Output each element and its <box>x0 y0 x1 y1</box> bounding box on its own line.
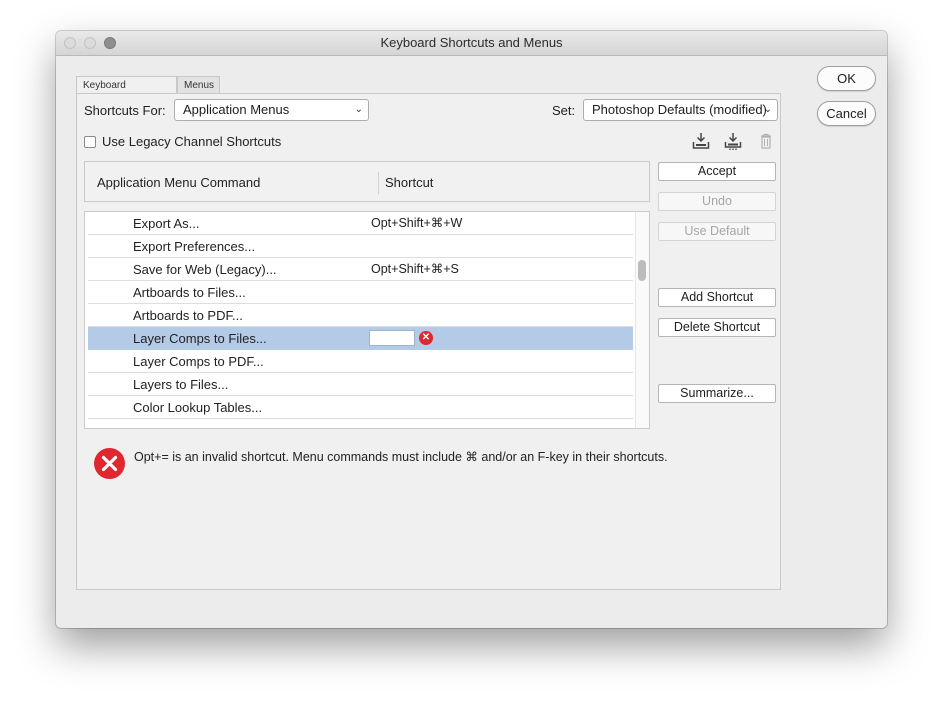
cancel-button[interactable]: Cancel <box>817 101 876 126</box>
command-cell: Layers to Files... <box>133 377 229 392</box>
table-row[interactable]: Export As... Opt+Shift+⌘+W <box>88 212 633 235</box>
table-row[interactable]: Layer Comps to PDF... <box>88 350 633 373</box>
command-cell: Artboards to PDF... <box>133 308 243 323</box>
table-row[interactable]: Color Lookup Tables... <box>88 396 633 419</box>
chevron-down-icon: ⌄ <box>354 104 363 115</box>
save-set-as-icon[interactable] <box>724 132 742 150</box>
scrollbar-thumb[interactable] <box>638 260 646 281</box>
shortcuts-for-value: Application Menus <box>183 102 290 117</box>
table-row[interactable]: Layers to Files... <box>88 373 633 396</box>
set-select[interactable]: Photoshop Defaults (modified) ⌄ <box>583 99 778 121</box>
tab-keyboard-shortcuts[interactable]: Keyboard Shortcuts <box>76 76 177 108</box>
undo-button[interactable]: Undo <box>658 192 776 211</box>
command-cell: Layer Comps to Files... <box>133 331 267 346</box>
window-title: Keyboard Shortcuts and Menus <box>380 35 563 50</box>
legacy-channel-checkbox[interactable] <box>84 136 96 148</box>
title-bar[interactable]: Keyboard Shortcuts and Menus <box>56 31 887 56</box>
column-header-shortcut[interactable]: Shortcut <box>385 175 433 190</box>
command-cell: Export As... <box>133 216 200 231</box>
command-cell: Color Lookup Tables... <box>133 400 263 415</box>
ok-button[interactable]: OK <box>817 66 876 91</box>
set-value: Photoshop Defaults (modified) <box>592 102 767 117</box>
shortcuts-table: Export As... Opt+Shift+⌘+W Export Prefer… <box>84 211 650 429</box>
table-row[interactable]: Artboards to Files... <box>88 281 633 304</box>
shortcut-cell[interactable]: Opt+Shift+⌘+S <box>371 261 459 276</box>
column-header-command[interactable]: Application Menu Command <box>97 175 260 190</box>
shortcut-input[interactable] <box>369 330 415 346</box>
error-message: Opt+= is an invalid shortcut. Menu comma… <box>134 450 668 464</box>
table-row[interactable]: Save for Web (Legacy)... Opt+Shift+⌘+S <box>88 258 633 281</box>
shortcuts-for-select[interactable]: Application Menus ⌄ <box>174 99 369 121</box>
accept-button[interactable]: Accept <box>658 162 776 181</box>
trash-icon[interactable] <box>757 132 775 150</box>
command-cell: Artboards to Files... <box>133 285 246 300</box>
chevron-down-icon: ⌄ <box>763 104 772 115</box>
command-cell: Layer Comps to PDF... <box>133 354 264 369</box>
legacy-channel-label: Use Legacy Channel Shortcuts <box>102 134 282 149</box>
command-cell: Export Preferences... <box>133 239 256 254</box>
add-shortcut-button[interactable]: Add Shortcut <box>658 288 776 307</box>
shortcuts-for-label: Shortcuts For: <box>84 103 166 118</box>
table-header: Application Menu Command Shortcut <box>84 161 650 202</box>
use-default-button[interactable]: Use Default <box>658 222 776 241</box>
table-row[interactable]: Artboards to PDF... <box>88 304 633 327</box>
summarize-button[interactable]: Summarize... <box>658 384 776 403</box>
scrollbar-track[interactable] <box>635 212 649 428</box>
tab-menus[interactable]: Menus <box>177 76 220 93</box>
table-row[interactable]: Export Preferences... <box>88 235 633 258</box>
command-cell: Save for Web (Legacy)... <box>133 262 277 277</box>
error-icon <box>94 448 125 479</box>
clear-shortcut-icon[interactable]: ✕ <box>419 331 433 345</box>
set-label: Set: <box>552 103 576 118</box>
table-row-selected[interactable]: Layer Comps to Files... ✕ <box>88 327 633 350</box>
shortcut-cell[interactable]: Opt+Shift+⌘+W <box>371 215 462 230</box>
column-divider <box>378 172 379 194</box>
save-set-icon[interactable] <box>692 132 710 150</box>
delete-shortcut-button[interactable]: Delete Shortcut <box>658 318 776 337</box>
dialog-window: Keyboard Shortcuts and Menus Keyboard Sh… <box>56 31 887 628</box>
